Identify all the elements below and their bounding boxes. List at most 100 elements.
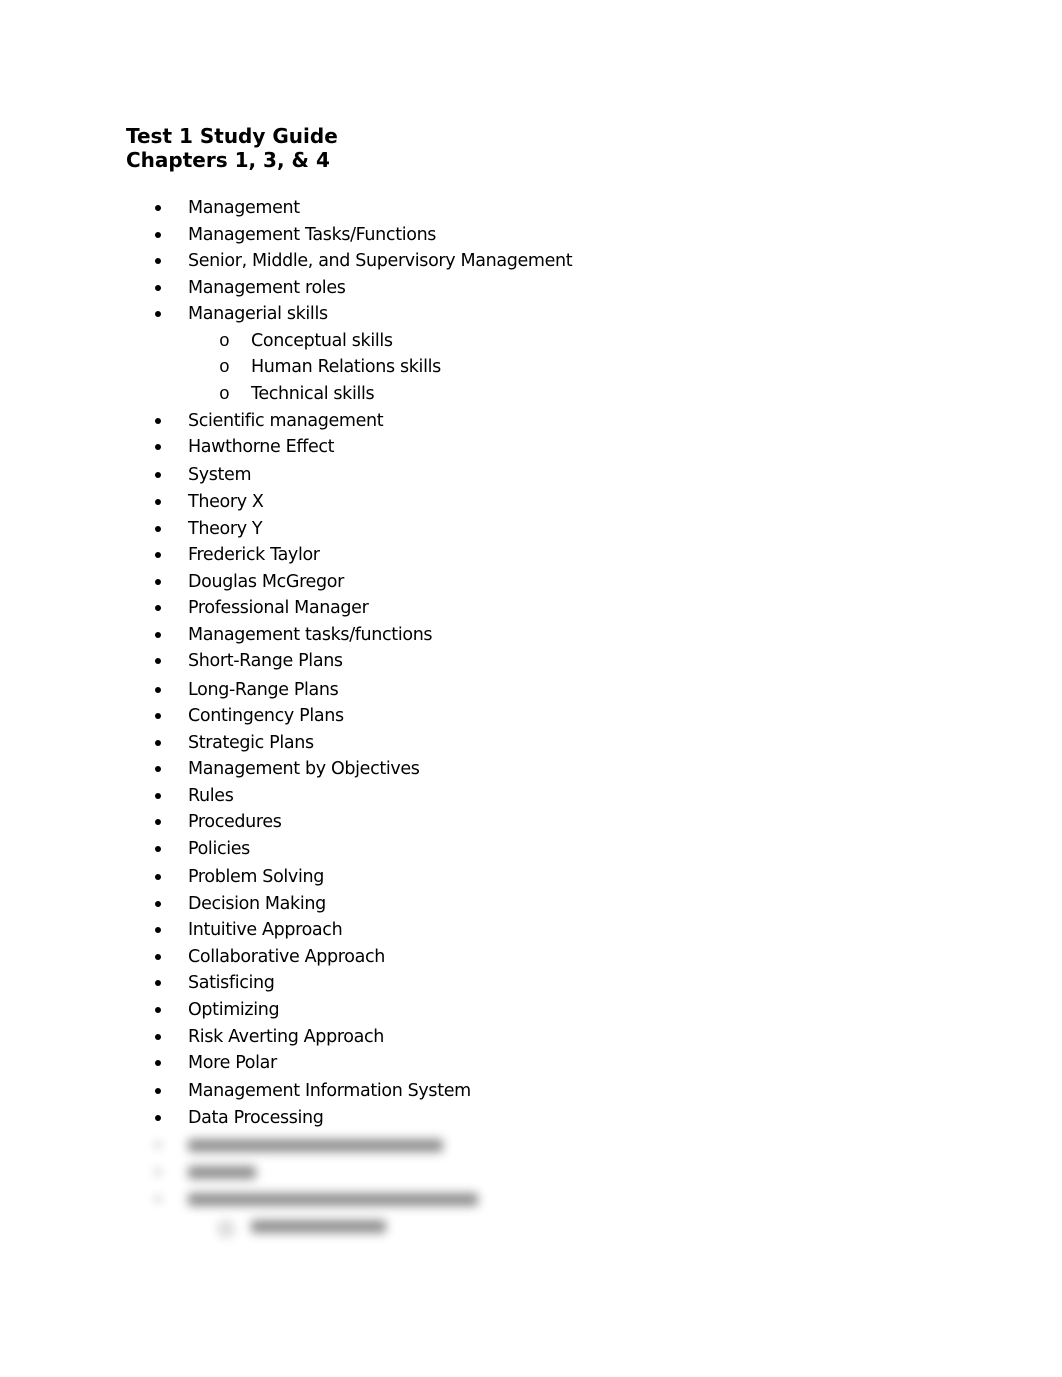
bullet-icon [155,1060,161,1066]
list-item-label: Management Information System [188,1081,471,1101]
bullet-icon [155,874,161,880]
list-item-label: Optimizing [188,1000,280,1020]
bullet-icon [155,819,161,825]
bullet-icon [155,311,161,317]
list-item-label: Procedures [188,812,282,832]
list-item: System [0,463,700,487]
list-item-label: Management tasks/functions [188,625,433,645]
list-item: Procedures [0,810,700,834]
list-item: Decision Making [0,892,700,916]
blurred-text [251,1220,386,1233]
list-item: Management [0,196,700,220]
list-item-label: Hawthorne Effect [188,437,335,457]
list-item-label: Theory X [188,492,264,512]
list-item: Douglas McGregor [0,570,700,594]
list-item-label: System [188,465,252,485]
bullet-icon [155,258,161,264]
list-item-label: Policies [188,839,250,859]
list-item: Policies [0,837,700,861]
bullet-icon [155,927,161,933]
bullet-icon [155,444,161,450]
blurred-list-item [0,1133,700,1157]
sub-list-item: o Technical skills [0,382,700,406]
bullet-icon [155,499,161,505]
blurred-list-item [0,1187,700,1211]
bullet-icon [155,658,161,664]
bullet-icon [155,605,161,611]
bullet-icon [155,687,161,693]
bullet-icon [155,579,161,585]
list-item-label: Theory Y [188,519,263,539]
list-item-label: Management Tasks/Functions [188,225,437,245]
bullet-icon [155,846,161,852]
list-item: Intuitive Approach [0,918,700,942]
list-item-label: Collaborative Approach [188,947,385,967]
bullet-icon [155,1169,161,1175]
sub-bullet-icon [219,1222,233,1236]
list-item: Senior, Middle, and Supervisory Manageme… [0,249,700,273]
blurred-text [188,1166,256,1179]
bullet-icon [155,1007,161,1013]
list-item-label: Intuitive Approach [188,920,343,940]
list-item: Strategic Plans [0,731,700,755]
list-item: Problem Solving [0,865,700,889]
list-item: Management by Objectives [0,757,700,781]
bullet-icon [155,1034,161,1040]
list-item-label: Management by Objectives [188,759,420,779]
list-item-label: More Polar [188,1053,277,1073]
sub-list-item: o Conceptual skills [0,329,700,353]
list-item-label: Human Relations skills [251,357,441,377]
list-item: Risk Averting Approach [0,1025,700,1049]
list-item-label: Professional Manager [188,598,369,618]
bullet-icon [155,285,161,291]
bullet-icon [155,713,161,719]
bullet-icon [155,205,161,211]
list-item-label: Douglas McGregor [188,572,344,592]
list-item-label: Frederick Taylor [188,545,320,565]
list-item: Management Information System [0,1079,700,1103]
list-item: Short-Range Plans [0,649,700,673]
list-item: Rules [0,784,700,808]
bullet-icon [155,954,161,960]
bullet-icon [155,418,161,424]
bullet-icon [155,980,161,986]
bullet-icon [155,632,161,638]
list-item-label: Senior, Middle, and Supervisory Manageme… [188,251,573,271]
sub-list-item: o Human Relations skills [0,355,700,379]
bullet-icon [155,1088,161,1094]
list-item-label: Decision Making [188,894,326,914]
list-item-label: Technical skills [251,384,375,404]
list-item: Frederick Taylor [0,543,700,567]
list-item: Contingency Plans [0,704,700,728]
sub-bullet-icon: o [219,385,230,405]
list-item-label: Management roles [188,278,346,298]
blurred-list-item [0,1160,700,1184]
sub-bullet-icon: o [219,332,230,352]
list-item: Management roles [0,276,700,300]
list-item: Management tasks/functions [0,623,700,647]
bullet-icon [155,472,161,478]
list-item: Collaborative Approach [0,945,700,969]
list-item: Managerial skills [0,302,700,326]
list-item: Theory Y [0,517,700,541]
document-page: Test 1 Study Guide Chapters 1, 3, & 4 Ma… [0,0,1062,1377]
bullet-icon [155,766,161,772]
list-item-label: Managerial skills [188,304,328,324]
bullet-icon [155,740,161,746]
bullet-icon [155,901,161,907]
list-item-label: Contingency Plans [188,706,344,726]
bullet-icon [155,1196,161,1202]
list-item: Hawthorne Effect [0,435,700,459]
list-item: Long-Range Plans [0,678,700,702]
sub-bullet-icon: o [219,358,230,378]
list-item: Professional Manager [0,596,700,620]
list-item: Scientific management [0,409,700,433]
list-item-label: Long-Range Plans [188,680,339,700]
bullet-icon [155,1142,161,1148]
list-item: Theory X [0,490,700,514]
list-item: Optimizing [0,998,700,1022]
document-title: Test 1 Study Guide [126,124,338,148]
bullet-icon [155,552,161,558]
list-item-label: Risk Averting Approach [188,1027,385,1047]
bullet-icon [155,793,161,799]
